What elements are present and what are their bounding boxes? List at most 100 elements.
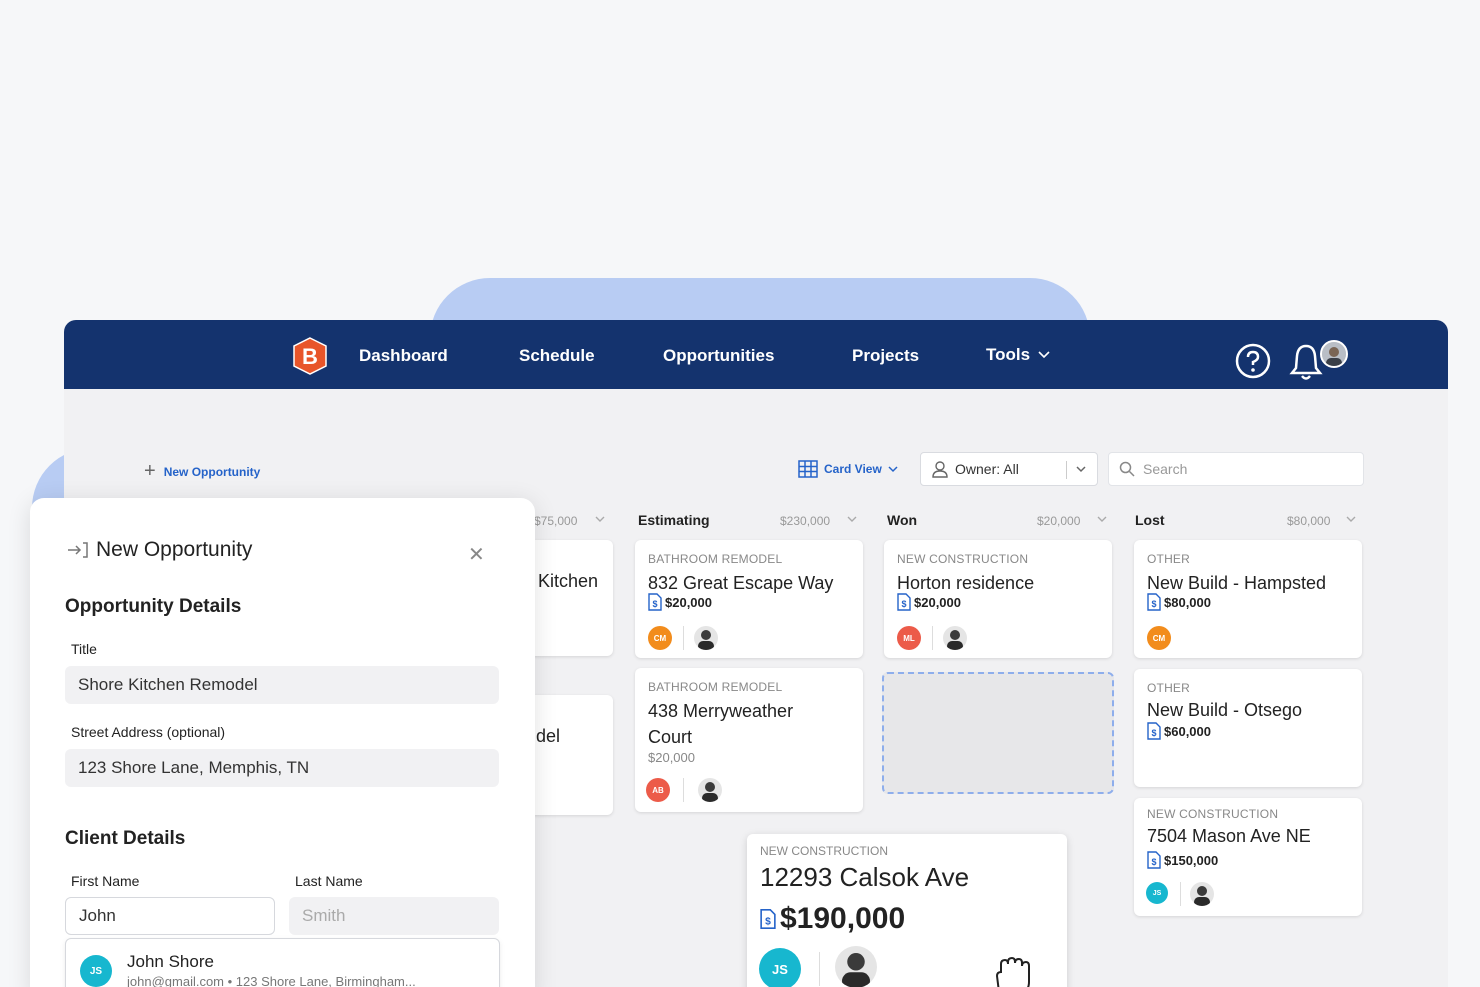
person-photo-icon <box>1322 342 1346 366</box>
search-icon <box>1119 461 1135 477</box>
last-name-label: Last Name <box>295 873 363 889</box>
card-amount-value: $190,000 <box>780 902 906 935</box>
card-amount-value: $20,000 <box>665 594 712 610</box>
card-title: 438 Merryweather <box>648 701 794 721</box>
first-name-input[interactable]: John <box>65 897 275 935</box>
card-amount: $20,000 <box>648 750 695 765</box>
assignee-avatar: ML <box>897 626 921 650</box>
assignee-avatar: JS <box>759 948 801 987</box>
opportunity-card[interactable]: NEW CONSTRUCTION Horton residence $ $20,… <box>884 540 1112 658</box>
chevron-down-icon <box>1038 351 1050 359</box>
dragged-opportunity-card[interactable]: NEW CONSTRUCTION 12293 Calsok Ave $ $190… <box>747 834 1067 987</box>
client-suggestion[interactable]: JS John Shore john@gmail.com • 123 Shore… <box>65 938 500 987</box>
card-amount-value: $150,000 <box>1164 852 1219 868</box>
nav-tools[interactable]: Tools <box>986 345 1050 365</box>
close-icon[interactable]: ✕ <box>468 542 485 567</box>
person-icon <box>932 461 948 478</box>
divider <box>819 952 820 986</box>
person-photo-icon <box>698 778 722 802</box>
opportunity-card[interactable]: OTHER New Build - Otsego $ $60,000 <box>1134 669 1362 787</box>
svg-text:$: $ <box>652 599 657 609</box>
section-heading: Client Details <box>65 828 186 849</box>
title-input[interactable]: Shore Kitchen Remodel <box>65 666 499 704</box>
svg-text:B: B <box>302 344 318 369</box>
divider <box>1180 882 1181 906</box>
svg-text:$: $ <box>901 599 906 609</box>
client-avatar: JS <box>80 955 112 987</box>
title-label: Title <box>71 641 97 657</box>
column-header-estimating: Estimating <box>638 512 710 528</box>
assignee-avatar: CM <box>648 626 672 650</box>
new-opportunity-panel: New Opportunity ✕ Opportunity Details Ti… <box>30 498 535 987</box>
column-total: $80,000 <box>1287 514 1331 528</box>
address-input[interactable]: 123 Shore Lane, Memphis, TN <box>65 749 499 787</box>
card-view-dropdown[interactable]: Card View <box>798 460 898 478</box>
divider <box>683 778 684 802</box>
opportunity-card[interactable]: BATHROOM REMODEL 438 Merryweather Court … <box>635 668 863 812</box>
search-input[interactable]: Search <box>1108 452 1364 486</box>
card-amount-value: $80,000 <box>1164 594 1211 610</box>
card-category: BATHROOM REMODEL <box>648 680 783 694</box>
chevron-down-icon[interactable] <box>846 514 858 524</box>
nav-schedule[interactable]: Schedule <box>519 346 595 366</box>
drop-target-placeholder[interactable] <box>882 672 1114 794</box>
owner-filter-dropdown[interactable]: Owner: All <box>920 452 1098 486</box>
divider <box>1066 461 1067 479</box>
column-total: $75,000 <box>534 514 578 528</box>
card-amount-value: $60,000 <box>1164 723 1211 739</box>
svg-text:$: $ <box>1151 599 1156 609</box>
top-nav: B Dashboard Schedule Opportunities Proje… <box>64 320 1448 389</box>
person-photo-icon <box>943 626 967 650</box>
column-header-lost: Lost <box>1135 512 1165 528</box>
card-title: 7504 Mason Ave NE <box>1147 826 1311 846</box>
invoice-icon: $ <box>1147 722 1161 740</box>
nav-dashboard[interactable]: Dashboard <box>359 346 448 366</box>
chevron-down-icon[interactable] <box>594 514 606 524</box>
invoice-icon: $ <box>1147 851 1161 869</box>
chevron-down-icon[interactable] <box>1096 514 1108 524</box>
person-photo-icon <box>835 946 877 987</box>
chevron-down-icon <box>888 465 898 472</box>
invoice-icon: $ <box>648 593 662 611</box>
grid-icon <box>798 460 818 478</box>
divider <box>683 626 684 650</box>
nav-opportunities[interactable]: Opportunities <box>663 346 774 366</box>
divider <box>932 626 933 650</box>
user-avatar[interactable] <box>1320 340 1348 368</box>
owner-filter-label: Owner: All <box>955 461 1019 477</box>
card-category: BATHROOM REMODEL <box>648 552 783 566</box>
card-title-line2: Court <box>648 727 693 747</box>
invoice-icon: $ <box>897 593 911 611</box>
column-total: $20,000 <box>1037 514 1081 528</box>
assignee-avatar: AB <box>646 778 670 802</box>
column-total: $230,000 <box>780 514 831 528</box>
help-icon[interactable] <box>1234 342 1272 380</box>
new-opportunity-button[interactable]: + New Opportunity <box>144 460 260 483</box>
card-view-label: Card View <box>824 462 882 476</box>
invoice-icon: $ <box>760 909 776 929</box>
brand-logo[interactable]: B <box>290 336 330 376</box>
chevron-down-icon[interactable] <box>1345 514 1357 524</box>
svg-text:$: $ <box>1151 857 1156 867</box>
svg-text:$: $ <box>1151 728 1156 738</box>
card-title: New Build - Otsego <box>1147 700 1303 720</box>
panel-title: New Opportunity <box>66 538 252 562</box>
card-category: NEW CONSTRUCTION <box>1147 807 1279 821</box>
nav-tools-label: Tools <box>986 345 1031 364</box>
nav-projects[interactable]: Projects <box>852 346 919 366</box>
opportunity-card[interactable]: BATHROOM REMODEL 832 Great Escape Way $ … <box>635 540 863 658</box>
person-photo-icon <box>1190 882 1214 906</box>
card-category: NEW CONSTRUCTION <box>760 844 888 858</box>
card-title: del <box>536 726 561 746</box>
opportunity-card[interactable]: OTHER New Build - Hampsted $ $80,000 CM <box>1134 540 1362 658</box>
search-placeholder: Search <box>1143 461 1188 477</box>
new-opportunity-label: New Opportunity <box>163 464 261 479</box>
card-amount: $ $190,000 <box>760 902 905 936</box>
opportunity-card[interactable]: NEW CONSTRUCTION 7504 Mason Ave NE $ $15… <box>1134 798 1362 916</box>
person-photo-icon <box>694 626 718 650</box>
card-category: OTHER <box>1147 681 1190 695</box>
last-name-input[interactable]: Smith <box>289 897 499 935</box>
column-header-won: Won <box>887 512 918 528</box>
bell-icon[interactable] <box>1288 342 1324 382</box>
card-title: 12293 Calsok Ave <box>760 862 970 892</box>
